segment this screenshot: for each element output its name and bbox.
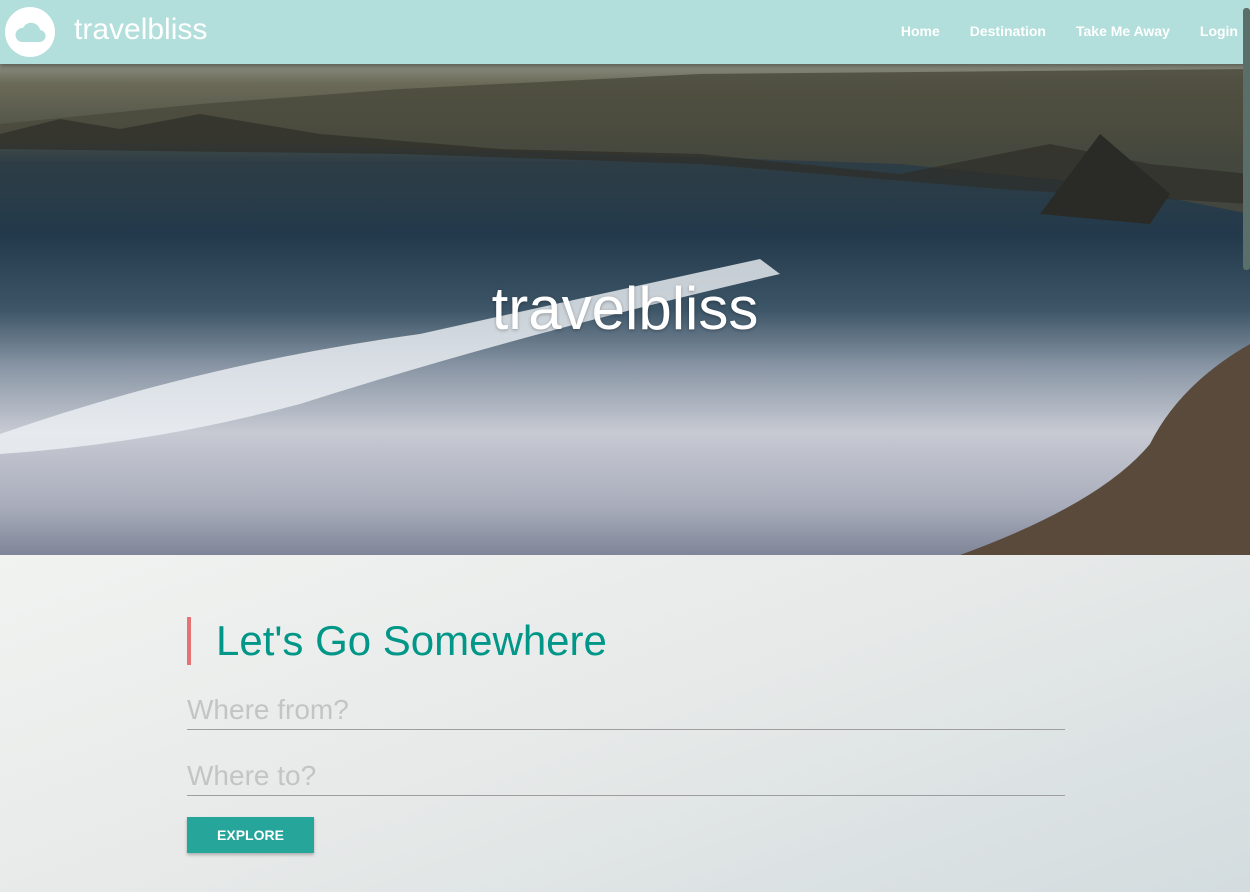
hero-banner: travelbliss	[0, 64, 1250, 555]
nav-take-me-away[interactable]: Take Me Away	[1076, 23, 1170, 39]
explore-button[interactable]: EXPLORE	[187, 817, 314, 853]
brand-name[interactable]: travelbliss	[74, 13, 207, 47]
where-from-input[interactable]	[187, 690, 1065, 730]
cloud-icon	[15, 22, 46, 43]
nav-home[interactable]: Home	[901, 23, 940, 39]
nav-login[interactable]: Login	[1200, 23, 1238, 39]
where-to-input[interactable]	[187, 756, 1065, 796]
scrollbar[interactable]	[1243, 8, 1250, 270]
logo[interactable]	[5, 7, 55, 57]
search-heading: Let's Go Somewhere	[187, 617, 607, 665]
hero-title: travelbliss	[491, 275, 759, 342]
search-section: Let's Go Somewhere EXPLORE	[0, 555, 1250, 892]
navbar: travelbliss Home Destination Take Me Awa…	[0, 0, 1250, 64]
nav-destination[interactable]: Destination	[970, 23, 1046, 39]
nav-links: Home Destination Take Me Away Login	[901, 23, 1238, 39]
